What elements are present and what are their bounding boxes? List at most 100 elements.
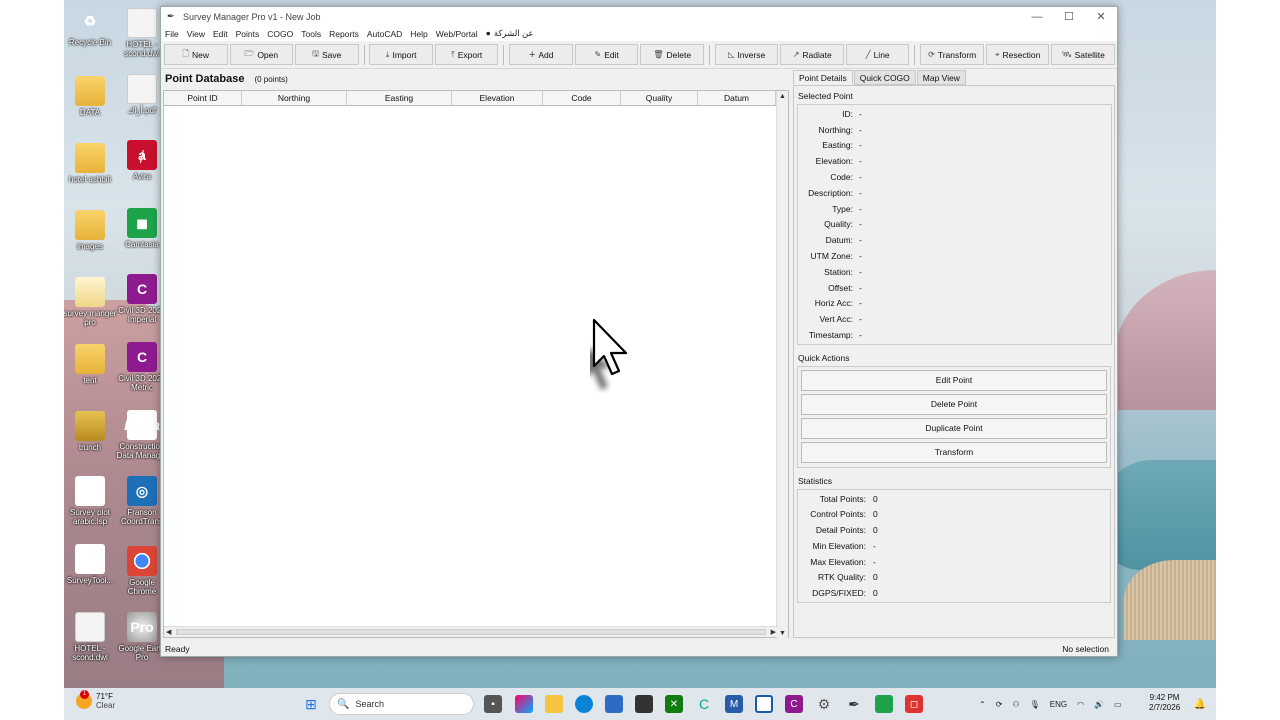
- radiate-icon: ↗: [792, 50, 800, 59]
- delete-point-button[interactable]: Delete Point: [801, 393, 1107, 415]
- edit-button[interactable]: ✎ Edit: [574, 44, 639, 65]
- tab-map-view[interactable]: Map View: [916, 70, 966, 85]
- transform-point-button[interactable]: Transform: [801, 441, 1107, 463]
- language-indicator[interactable]: ENG: [1050, 700, 1067, 709]
- desktop-icon-survey-manger-pro[interactable]: survey manger pro: [64, 277, 118, 327]
- menu-help[interactable]: Help: [410, 29, 427, 39]
- desktop-icon-survey-plot-lsp[interactable]: A Survey plot arabic.lsp: [64, 476, 118, 526]
- minimize-button[interactable]: —: [1021, 11, 1053, 23]
- app-cube-icon[interactable]: [635, 695, 653, 713]
- transform-button[interactable]: ⟳ Transform: [920, 44, 984, 65]
- scroll-left-arrow-icon[interactable]: ◀: [166, 628, 171, 636]
- notification-bell-icon[interactable]: 🔔: [1191, 695, 1209, 713]
- xbox-icon[interactable]: ✕: [665, 695, 683, 713]
- menu-view[interactable]: View: [187, 29, 205, 39]
- duplicate-point-button[interactable]: Duplicate Point: [801, 417, 1107, 439]
- menu-about-company[interactable]: ● عن الشركة: [486, 28, 542, 39]
- radiate-button[interactable]: ↗ Radiate: [780, 44, 844, 65]
- title-bar[interactable]: ✒ Survey Manager Pro v1 - New Job — ☐ ✕: [161, 7, 1117, 26]
- add-button[interactable]: + Add: [509, 44, 573, 65]
- desktop-icon-surveytool[interactable]: A SurveyTool...: [64, 544, 118, 585]
- detail-label: Vert Acc:: [819, 314, 853, 325]
- new-button[interactable]: 🗋 New: [164, 44, 228, 65]
- menu-reports[interactable]: Reports: [329, 29, 359, 39]
- vertical-scrollbar[interactable]: ▲ ▼: [776, 91, 788, 639]
- survey-manager-feather-icon[interactable]: ✒: [845, 695, 863, 713]
- menu-edit[interactable]: Edit: [213, 29, 228, 39]
- recorder-icon[interactable]: ◻: [905, 695, 923, 713]
- chevron-up-icon[interactable]: ⌃: [979, 700, 986, 709]
- column-elevation[interactable]: Elevation: [452, 91, 543, 105]
- volume-icon[interactable]: 🔊: [1094, 700, 1104, 709]
- tab-point-details[interactable]: Point Details: [793, 70, 853, 85]
- desktop-icon-hotel-ashbili[interactable]: hotel ashbili: [64, 143, 118, 184]
- menu-web-portal[interactable]: Web/Portal: [436, 29, 478, 39]
- close-button[interactable]: ✕: [1085, 10, 1117, 23]
- column-quality[interactable]: Quality: [621, 91, 698, 105]
- tab-quick-cogo[interactable]: Quick COGO: [853, 70, 916, 85]
- export-button[interactable]: ⤒ Export: [434, 44, 499, 65]
- start-windows-icon[interactable]: ⊞: [302, 695, 320, 713]
- desktop-icon-tent[interactable]: tent: [64, 344, 118, 385]
- wifi-icon[interactable]: ◠: [1077, 700, 1084, 709]
- scroll-up-arrow-icon[interactable]: ▲: [779, 93, 786, 100]
- desktop-icon-trunch[interactable]: trunch: [64, 411, 118, 452]
- app-l-icon[interactable]: [755, 695, 773, 713]
- menu-points[interactable]: Points: [236, 29, 260, 39]
- network-icon[interactable]: ⚇: [1012, 700, 1019, 709]
- scroll-right-arrow-icon[interactable]: ▶: [771, 628, 776, 636]
- save-button[interactable]: 🖫 Save: [295, 44, 359, 65]
- inverse-label: Inverse: [737, 49, 766, 60]
- battery-icon[interactable]: ▭: [1114, 700, 1122, 709]
- trash-icon: 🗑: [653, 50, 664, 59]
- copilot-icon[interactable]: [515, 695, 533, 713]
- column-datum[interactable]: Datum: [698, 91, 776, 105]
- stat-label: Control Points:: [810, 509, 866, 520]
- horizontal-scrollbar[interactable]: ◀ ▶: [164, 626, 778, 637]
- line-button[interactable]: ╱ Line: [845, 44, 910, 65]
- civil3d-taskbar-icon[interactable]: C: [785, 695, 803, 713]
- column-northing[interactable]: Northing: [242, 91, 347, 105]
- clock[interactable]: 9:42 PM 2/7/2026: [1149, 693, 1180, 713]
- resection-button[interactable]: ⌖ Resection: [985, 44, 1050, 65]
- microphone-icon[interactable]: 🎙: [1030, 700, 1040, 709]
- weather-widget[interactable]: 1 71°F Clear: [76, 690, 115, 710]
- file-explorer-icon[interactable]: [545, 695, 563, 713]
- sync-icon[interactable]: ⟳: [996, 700, 1003, 709]
- autocad-map-icon[interactable]: M: [725, 695, 743, 713]
- import-button[interactable]: ⤓ Import: [369, 44, 433, 65]
- desktop-icon-recycle-bin[interactable]: ♻ Recycle Bin: [64, 6, 118, 48]
- satellite-button[interactable]: 🛰 Satellite: [1051, 44, 1115, 65]
- edge-icon[interactable]: [575, 695, 593, 713]
- horizontal-scroll-thumb[interactable]: [176, 629, 766, 635]
- detail-value: -: [859, 108, 862, 119]
- maximize-button[interactable]: ☐: [1053, 10, 1085, 23]
- stat-value: 0: [873, 587, 878, 598]
- column-point-id[interactable]: Point ID: [164, 91, 242, 105]
- desktop-icon-data[interactable]: DATA: [64, 76, 118, 117]
- desktop-icon-label: images: [77, 242, 103, 251]
- store-icon[interactable]: [605, 695, 623, 713]
- stat-label: DGPS/FIXED:: [812, 587, 866, 598]
- points-table[interactable]: Point ID Northing Easting Elevation Code…: [163, 90, 789, 639]
- detail-row: Easting: -: [798, 138, 1111, 154]
- column-code[interactable]: Code: [543, 91, 621, 105]
- menu-cogo[interactable]: COGO: [267, 29, 293, 39]
- stat-value: -: [873, 540, 876, 551]
- inverse-button[interactable]: ◺ Inverse: [714, 44, 779, 65]
- open-button[interactable]: 🗁 Open: [229, 44, 293, 65]
- camtasia-taskbar-icon[interactable]: [875, 695, 893, 713]
- desktop-icon-hotel-dwl[interactable]: HOTEL - scond.dwl: [64, 612, 118, 662]
- taskbar-search[interactable]: 🔍 Search: [329, 693, 474, 715]
- scroll-down-arrow-icon[interactable]: ▼: [779, 630, 786, 637]
- edit-point-button[interactable]: Edit Point: [801, 369, 1107, 391]
- settings-gear-icon[interactable]: ⚙: [815, 695, 833, 713]
- delete-button[interactable]: 🗑 Delete: [640, 44, 704, 65]
- menu-autocad[interactable]: AutoCAD: [367, 29, 402, 39]
- menu-tools[interactable]: Tools: [301, 29, 321, 39]
- app-c-icon[interactable]: C: [695, 695, 713, 713]
- menu-file[interactable]: File: [165, 29, 179, 39]
- desktop-icon-images[interactable]: images: [64, 210, 118, 251]
- task-view-icon[interactable]: ▪: [484, 695, 502, 713]
- column-easting[interactable]: Easting: [347, 91, 452, 105]
